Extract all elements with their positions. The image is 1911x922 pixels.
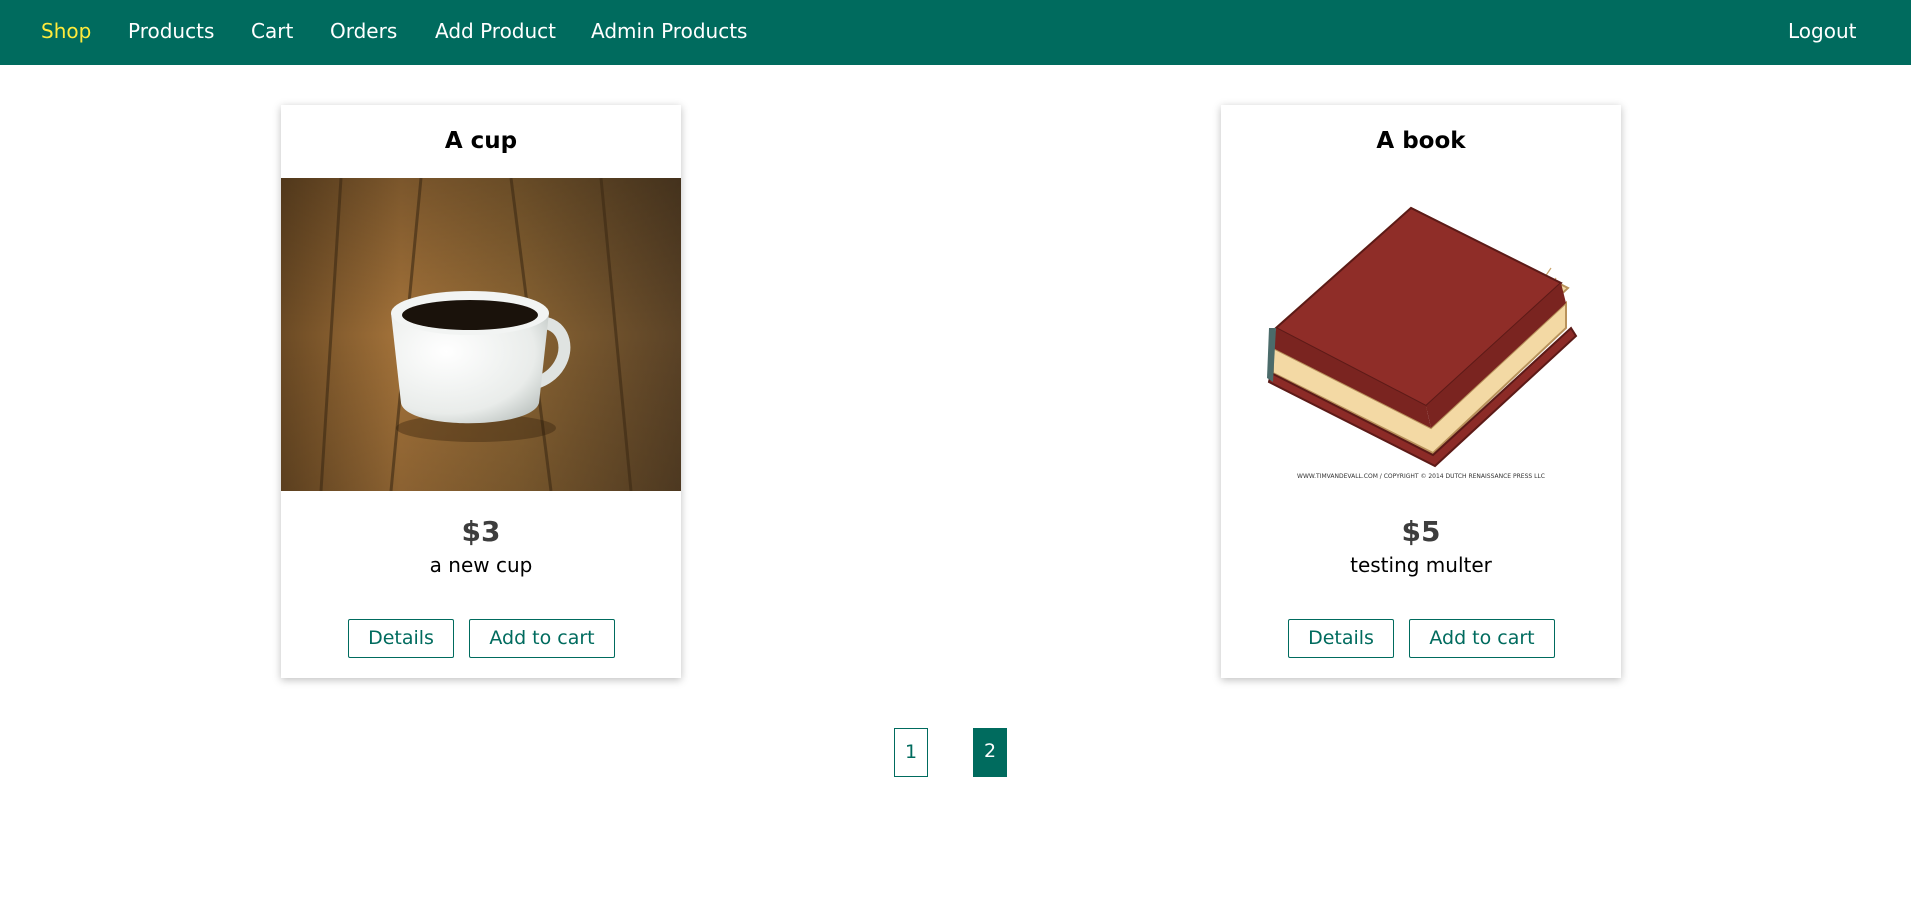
product-price: $5 <box>1401 515 1441 548</box>
nav-link-add-product[interactable]: Add Product <box>435 0 556 65</box>
page-2-button[interactable]: 2 <box>973 728 1007 777</box>
logout-link[interactable]: Logout <box>1788 0 1856 65</box>
nav-link-admin-products[interactable]: Admin Products <box>591 0 747 65</box>
nav-link-shop[interactable]: Shop <box>41 0 91 65</box>
product-description: testing multer <box>1350 553 1492 577</box>
product-title: A book <box>1376 128 1466 154</box>
cup-photo-icon <box>281 178 681 491</box>
product-image-cup <box>281 178 681 491</box>
book-illustration-icon <box>1221 178 1621 491</box>
nav-link-cart[interactable]: Cart <box>251 0 293 65</box>
product-card-book: A book WWW.TIMVANDEVALL.COM / COPYRIGHT … <box>1221 105 1621 678</box>
details-button[interactable]: Details <box>1288 619 1394 658</box>
image-copyright-caption: WWW.TIMVANDEVALL.COM / COPYRIGHT © 2014 … <box>1297 473 1545 480</box>
nav-link-products[interactable]: Products <box>128 0 214 65</box>
main-header: Shop Products Cart Orders Add Product Ad… <box>0 0 1911 65</box>
nav-link-orders[interactable]: Orders <box>330 0 397 65</box>
product-card-cup: A cup $3 a new cup Details Add to cart <box>281 105 681 678</box>
product-title: A cup <box>444 128 518 154</box>
details-button[interactable]: Details <box>348 619 454 658</box>
product-image-book <box>1221 178 1621 491</box>
product-description: a new cup <box>429 553 533 577</box>
product-price: $3 <box>461 515 501 548</box>
add-to-cart-button[interactable]: Add to cart <box>469 619 615 658</box>
add-to-cart-button[interactable]: Add to cart <box>1409 619 1555 658</box>
page-1-button[interactable]: 1 <box>894 728 928 777</box>
